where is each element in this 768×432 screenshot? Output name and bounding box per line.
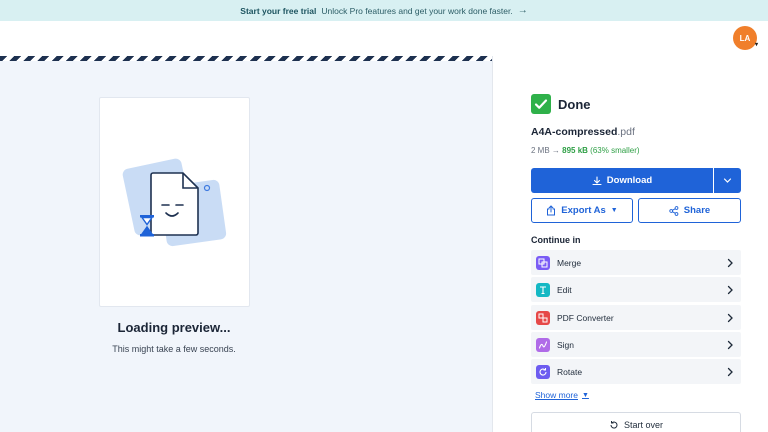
- preview-pane: Loading preview... This might take a few…: [0, 61, 492, 432]
- new-size: 895 kB: [562, 146, 588, 155]
- tool-rotate[interactable]: Rotate: [531, 359, 741, 384]
- preview-card: [99, 97, 250, 307]
- status-row: Done: [531, 94, 591, 114]
- avatar-caret-icon: ▾: [754, 42, 758, 48]
- original-size: 2 MB: [531, 146, 550, 155]
- result-pane: Done A4A-compressed.pdf 2 MB → 895 kB (6…: [493, 56, 768, 432]
- merge-icon: [536, 255, 550, 270]
- chevron-right-icon: [727, 313, 733, 322]
- share-button[interactable]: Share: [638, 198, 741, 223]
- tool-label: Merge: [557, 257, 582, 268]
- size-summary: 2 MB → 895 kB (63% smaller): [531, 146, 640, 155]
- start-over-label: Start over: [623, 419, 663, 430]
- export-as-button[interactable]: Export As ▼: [531, 198, 633, 223]
- file-extension: .pdf: [617, 126, 635, 138]
- restart-icon: [610, 420, 618, 428]
- chevron-right-icon: [727, 340, 733, 349]
- tool-merge[interactable]: Merge: [531, 250, 741, 275]
- arrow-right-icon[interactable]: →: [518, 5, 528, 16]
- continue-heading: Continue in: [531, 235, 581, 245]
- loading-title: Loading preview...: [117, 320, 231, 335]
- file-name: A4A-compressed.pdf: [531, 126, 635, 138]
- converter-icon: [536, 310, 550, 325]
- edit-icon: [536, 282, 550, 297]
- download-options-button[interactable]: [714, 168, 741, 193]
- tool-label: Edit: [557, 284, 572, 295]
- show-more-label: Show more: [535, 390, 578, 400]
- tool-sign[interactable]: Sign: [531, 332, 741, 357]
- file-base-name: A4A-compressed: [531, 126, 618, 138]
- show-more-link[interactable]: Show more ▼: [535, 390, 589, 400]
- promo-text: Unlock Pro features and get your work do…: [321, 5, 513, 16]
- export-icon: [547, 205, 556, 216]
- caret-down-icon: ▼: [582, 391, 589, 399]
- download-label: Download: [606, 175, 653, 186]
- top-bar: LA ▾: [0, 21, 768, 56]
- rotate-icon: [536, 364, 550, 379]
- status-title: Done: [558, 96, 591, 112]
- tool-label: PDF Converter: [557, 312, 614, 323]
- start-over-button[interactable]: Start over: [531, 412, 741, 432]
- document-waiting-icon: [122, 158, 227, 247]
- chevron-right-icon: [727, 258, 733, 267]
- sign-icon: [536, 337, 550, 352]
- tool-label: Sign: [557, 339, 575, 350]
- download-icon: [592, 175, 602, 185]
- tool-edit[interactable]: Edit: [531, 277, 741, 302]
- chevron-right-icon: [727, 367, 733, 376]
- tool-pdf-converter[interactable]: PDF Converter: [531, 305, 741, 330]
- tool-label: Rotate: [557, 366, 583, 377]
- share-label: Share: [683, 205, 711, 216]
- export-as-label: Export As: [561, 205, 606, 216]
- promo-banner[interactable]: Start your free trial Unlock Pro feature…: [0, 0, 768, 21]
- user-avatar[interactable]: LA ▾: [733, 26, 758, 50]
- free-trial-link[interactable]: Start your free trial: [240, 6, 316, 16]
- reduction-percent: (63% smaller): [590, 146, 640, 155]
- caret-down-icon: ▼: [610, 207, 618, 214]
- share-icon: [669, 205, 679, 216]
- size-arrow-icon: →: [551, 146, 560, 155]
- chevron-right-icon: [727, 285, 733, 294]
- loading-subtitle: This might take a few seconds.: [112, 344, 236, 354]
- avatar-initials: LA: [739, 33, 751, 43]
- check-icon: [531, 94, 551, 114]
- chevron-down-icon: [723, 178, 732, 183]
- download-button[interactable]: Download: [531, 168, 713, 193]
